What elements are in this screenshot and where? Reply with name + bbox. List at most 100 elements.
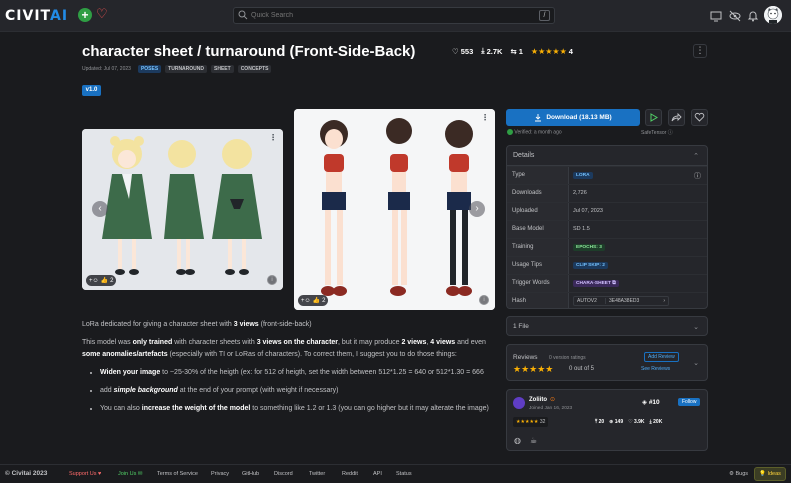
rating-stat[interactable]: ★★★★★ 4 <box>531 47 573 56</box>
footer-copyright: © Civitai 2023 <box>5 470 48 477</box>
gallery-image-1[interactable]: ⋮ ‹ +☺ 👍 2 i <box>82 129 283 290</box>
footer-twitter-link[interactable]: Twitter <box>309 471 325 477</box>
creator-stat-uploads: ⤒ 20 <box>595 419 605 425</box>
eye-off-icon[interactable] <box>729 10 741 22</box>
tag-concepts[interactable]: CONCEPTS <box>237 65 272 73</box>
add-review-button[interactable]: Add Review <box>644 352 679 362</box>
footer-discord-link[interactable]: Discord <box>274 471 293 477</box>
logo-accent: AI <box>50 8 69 24</box>
civitai-logo[interactable]: CIVITAI <box>5 8 68 24</box>
discord-icon[interactable]: ◍ <box>514 436 521 445</box>
trigger-word-badge[interactable]: CHARA-SHEET ⧉ <box>573 280 619 287</box>
footer-support-link[interactable]: Support Us ♥ <box>69 471 101 477</box>
footer-reddit-link[interactable]: Reddit <box>342 471 358 477</box>
footer-github-link[interactable]: GitHub <box>242 471 259 477</box>
download-icon <box>535 113 542 121</box>
play-icon <box>650 113 658 122</box>
creator-rank: ◈ #10 <box>642 398 660 406</box>
image-1-reaction-count: 2 <box>110 277 114 284</box>
image-1-menu-icon[interactable]: ⋮ <box>269 133 277 142</box>
image-2-info-icon[interactable]: i <box>479 295 489 305</box>
search-input[interactable] <box>251 10 531 21</box>
creator-avatar[interactable] <box>513 397 525 409</box>
search-bar[interactable]: / <box>233 7 555 24</box>
hash-value[interactable]: 3E48A38ED3 <box>605 298 639 304</box>
tag-sheet[interactable]: SHEET <box>211 65 234 73</box>
gallery-next-arrow-icon[interactable]: › <box>469 201 485 217</box>
upload-screen-icon[interactable] <box>710 10 722 22</box>
version-button[interactable]: v1.0 <box>82 85 101 96</box>
tag-turnaround[interactable]: TURNAROUND <box>165 65 208 73</box>
info-icon[interactable]: ⓘ <box>668 130 673 136</box>
run-model-button[interactable] <box>645 109 662 126</box>
gallery-prev-arrow-icon[interactable]: ‹ <box>92 201 108 217</box>
chevron-down-icon[interactable]: ⌄ <box>693 359 699 367</box>
share-button[interactable] <box>668 109 685 126</box>
image-2-reactions[interactable]: +☺ 👍 2 <box>298 295 329 306</box>
creator-name[interactable]: Zoliito <box>529 397 547 403</box>
download-icon: ⤓ <box>481 46 485 55</box>
footer-bugs-link[interactable]: ⚙ Bugs <box>729 471 748 477</box>
creator-rating: ★★★★★ 32 <box>513 417 549 427</box>
page-footer: © Civitai 2023 Support Us ♥ Join Us ✉ Te… <box>0 464 791 483</box>
character-green-dress-image <box>82 129 283 290</box>
description-paragraph-2: This model was only trained with charact… <box>82 339 486 358</box>
coffee-cup-icon[interactable]: ☕ <box>530 436 537 445</box>
hash-box[interactable]: AUTOV2 3E48A38ED3 › <box>573 296 669 306</box>
bell-icon[interactable] <box>747 10 759 22</box>
footer-api-link[interactable]: API <box>373 471 382 477</box>
ideas-button[interactable]: 💡 Ideas <box>754 467 786 481</box>
hash-type[interactable]: AUTOV2 <box>577 298 597 304</box>
rating-stars-icon: ★★★★★ <box>530 46 567 56</box>
creator-rating-count: 32 <box>539 419 546 425</box>
model-title: character sheet / turnaround (Front-Side… <box>82 43 416 60</box>
gallery-image-2[interactable]: ⋮ › +☺ 👍 2 i <box>294 109 495 310</box>
comment-icon: ⇆ <box>510 46 517 56</box>
details-panel: Details ⌃ Type LORA ⓘ Downloads 2,726 Upl… <box>506 145 708 309</box>
support-heart-icon[interactable]: ♡ <box>96 7 110 21</box>
creator-panel: Zoliito ⊙ Joined Jan 16, 2023 ◈ #10 Foll… <box>506 389 708 451</box>
tag-poses[interactable]: POSES <box>137 65 162 73</box>
comments-stat[interactable]: ⇆ 1 <box>510 47 522 56</box>
download-button[interactable]: Download (18.13 MB) <box>506 109 640 126</box>
image-2-menu-icon[interactable]: ⋮ <box>481 113 489 122</box>
review-score: 0 out of 5 <box>569 366 595 372</box>
trigger-word-text: CHARA-SHEET <box>576 281 611 286</box>
verified-status: Verified: a month ago <box>507 129 562 135</box>
footer-terms-link[interactable]: Terms of Service <box>157 471 198 477</box>
chevron-right-icon[interactable]: › <box>663 298 665 304</box>
creator-stats: ⤒ 20 ⊕ 149 ♡ 3.9K ⤓ 20K <box>595 417 662 427</box>
detail-label: Usage Tips <box>507 257 569 274</box>
likes-count: 553 <box>460 46 474 56</box>
creator-stat-likes: ♡ 3.9K <box>628 419 645 425</box>
rating-count: 4 <box>568 46 573 56</box>
verified-check-icon <box>507 129 513 135</box>
user-avatar[interactable] <box>764 6 782 24</box>
more-menu-button[interactable]: ⋮ <box>693 44 707 58</box>
type-info-icon[interactable]: ⓘ <box>694 171 701 181</box>
verified-text: Verified: a month ago <box>514 129 562 136</box>
chevron-up-icon[interactable]: ⌃ <box>693 152 699 160</box>
footer-privacy-link[interactable]: Privacy <box>211 471 229 477</box>
details-title: Details <box>513 152 535 159</box>
rank-value: #10 <box>648 399 660 406</box>
image-1-reactions[interactable]: +☺ 👍 2 <box>86 275 117 286</box>
see-reviews-link[interactable]: See Reviews <box>641 366 670 372</box>
review-stars-icon: ★★★★★ <box>513 364 554 374</box>
ideas-label: Ideas <box>767 471 781 477</box>
files-panel[interactable]: 1 File ⌄ <box>506 316 708 336</box>
follow-button[interactable]: Follow <box>678 398 701 406</box>
create-plus-icon[interactable]: + <box>78 8 92 22</box>
bugs-label: Bugs <box>735 471 749 477</box>
training-badge: EPOCHS: 3 <box>573 244 605 251</box>
files-label: 1 File <box>513 323 529 330</box>
footer-join-link[interactable]: Join Us ✉ <box>118 471 142 477</box>
likes-stat[interactable]: ♡ 553 <box>452 47 473 56</box>
detail-value: SD 1.5 <box>573 226 590 232</box>
footer-status-link[interactable]: Status <box>396 471 412 477</box>
image-1-info-icon[interactable]: i <box>267 275 277 285</box>
favorite-button[interactable] <box>691 109 708 126</box>
model-stats: ♡ 553 ⤓ 2.7K ⇆ 1 ★★★★★ 4 <box>452 46 573 56</box>
share-icon <box>671 112 682 122</box>
details-header[interactable]: Details ⌃ <box>507 146 707 166</box>
